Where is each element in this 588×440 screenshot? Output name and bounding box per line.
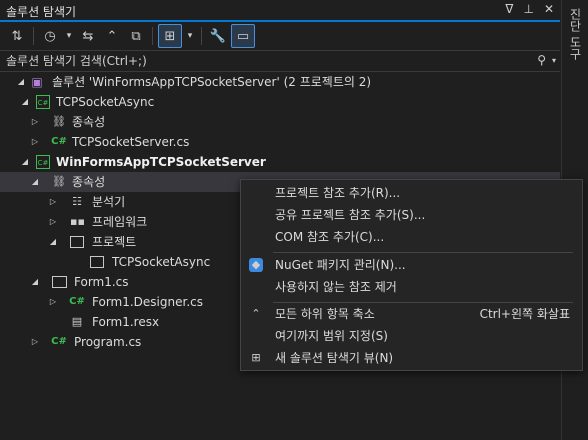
toolbar-separator [152,27,153,45]
tree-item-solution[interactable]: ◢ ▣ 솔루션 'WinFormsAppTCPSocketServer' (2 … [0,72,560,92]
tree-item-project-winforms[interactable]: ◢ C# WinFormsAppTCPSocketServer [0,152,560,172]
panel-titlebar: 솔루션 탐색기 ᐁ ⊥ ✕ [0,0,560,22]
menu-item-label: 사용하지 않는 참조 제거 [275,280,397,294]
collapse-icon: ⌃ [251,307,261,320]
tree-item-label: 프로젝트 [92,235,137,249]
framework-icon: ▪▪ [70,215,85,228]
solution-icon: ▣ [31,75,43,89]
tree-item-label: WinFormsAppTCPSocketServer [56,155,266,169]
toolbar-separator [33,27,34,45]
collapsed-arrow-icon[interactable]: ▷ [30,132,40,152]
csharp-file-icon: C# [51,136,67,147]
csharp-file-icon: C# [51,336,67,347]
collapsed-arrow-icon[interactable]: ▷ [30,332,40,352]
tree-item-file[interactable]: ▷ C# TCPSocketServer.cs [0,132,560,152]
expanded-arrow-icon[interactable]: ◢ [30,172,40,192]
project-reference-icon [90,256,104,268]
side-tab-diagnostics[interactable]: 진단 도구 [567,8,584,60]
preview-selected-items-icon[interactable]: ▭ [231,24,255,48]
tree-item-label: Form1.resx [92,315,160,329]
expanded-arrow-icon[interactable]: ◢ [20,152,30,172]
projects-folder-icon [70,236,84,248]
resource-file-icon: ▤ [71,315,83,328]
collapsed-arrow-icon[interactable]: ▷ [48,192,58,212]
search-options-dropdown-icon[interactable]: ▾ [552,56,556,65]
tree-item-dependencies[interactable]: ▷ ⛓ 종속성 [0,112,560,132]
analyzer-icon: ☷ [72,195,82,208]
new-view-icon: ⊞ [251,351,261,364]
menu-item-add-project-reference[interactable]: 프로젝트 참조 추가(R)... [241,182,580,204]
show-all-files-icon[interactable]: ⧉ [125,25,147,47]
expanded-arrow-icon[interactable]: ◢ [16,72,26,92]
menu-item-label: 프로젝트 참조 추가(R)... [275,186,401,200]
tree-item-label: 종속성 [72,175,106,189]
expanded-arrow-icon[interactable]: ◢ [20,92,30,112]
tree-item-label: TCPSocketAsync [56,95,155,109]
csharp-project-icon: C# [36,155,50,169]
close-icon[interactable]: ✕ [544,2,554,16]
menu-item-remove-unused-references[interactable]: 사용하지 않는 참조 제거 [241,276,580,298]
tree-item-label: 프레임워크 [92,215,148,229]
form-file-icon [52,276,67,288]
tree-item-label: Form1.cs [74,275,129,289]
menu-separator [273,252,573,253]
tree-item-label: 종속성 [72,115,106,129]
menu-item-scope-to-this[interactable]: 여기까지 범위 지정(S) [241,325,580,347]
context-menu: 프로젝트 참조 추가(R)... 공유 프로젝트 참조 추가(S)... COM… [240,179,583,371]
tree-item-label: TCPSocketAsync [112,255,211,269]
csharp-project-icon: C# [36,95,50,109]
collapse-all-icon[interactable]: ⌃ [101,25,123,47]
search-icon[interactable]: ⚲ [537,53,546,67]
sync-with-document-icon[interactable]: ⇅ [6,25,28,47]
tree-item-project-tcpsocketasync[interactable]: ◢ C# TCPSocketAsync [0,92,560,112]
collapsed-arrow-icon[interactable]: ▷ [48,212,58,232]
dependencies-icon: ⛓ [52,115,66,128]
menu-item-shortcut: Ctrl+왼쪽 화살표 [479,307,570,321]
collapsed-arrow-icon[interactable]: ▷ [48,292,58,312]
menu-item-label: 공유 프로젝트 참조 추가(S)... [275,208,426,222]
dependencies-icon: ⛓ [52,175,66,188]
search-bar: ⚲ ▾ [0,50,560,72]
menu-item-label: 여기까지 범위 지정(S) [275,329,388,343]
tree-item-label: Form1.Designer.cs [92,295,203,309]
menu-item-label: 새 솔루션 탐색기 뷰(N) [275,351,394,365]
tree-item-label: 솔루션 'WinFormsAppTCPSocketServer' (2 프로젝트… [52,75,372,89]
panel-title: 솔루션 탐색기 [6,5,77,19]
pending-changes-dropdown-icon[interactable]: ▾ [63,25,75,47]
menu-item-label: NuGet 패키지 관리(N)... [275,258,406,272]
properties-wrench-icon[interactable]: 🔧 [207,25,229,47]
menu-item-add-shared-project-reference[interactable]: 공유 프로젝트 참조 추가(S)... [241,204,580,226]
search-input[interactable] [6,52,506,70]
tree-view-icon[interactable]: ⊞ [158,24,182,48]
menu-item-label: COM 참조 추가(C)... [275,230,385,244]
switch-views-icon[interactable]: ⇆ [77,25,99,47]
nuget-icon: ◆ [249,258,263,272]
tree-item-label: TCPSocketServer.cs [72,135,190,149]
expanded-arrow-icon[interactable]: ◢ [48,232,58,252]
menu-item-add-com-reference[interactable]: COM 참조 추가(C)... [241,226,580,248]
menu-item-label: 모든 하위 항목 축소 [275,307,375,321]
pin-icon[interactable]: ⊥ [523,2,533,16]
window-position-dropdown-icon[interactable]: ᐁ [505,2,513,16]
toolbar-separator [201,27,202,45]
tree-item-label: 분석기 [92,195,126,209]
pending-changes-icon[interactable]: ◷ [39,25,61,47]
tree-view-dropdown-icon[interactable]: ▾ [184,25,196,47]
menu-item-collapse-all-descendants[interactable]: ⌃ 모든 하위 항목 축소 Ctrl+왼쪽 화살표 [241,303,580,325]
collapsed-arrow-icon[interactable]: ▷ [30,112,40,132]
toolbar: ⇅ ◷ ▾ ⇆ ⌃ ⧉ ⊞ ▾ 🔧 ▭ [0,22,560,50]
csharp-file-icon: C# [69,296,85,307]
menu-item-manage-nuget[interactable]: ◆ NuGet 패키지 관리(N)... [241,254,580,276]
tree-item-label: Program.cs [74,335,142,349]
expanded-arrow-icon[interactable]: ◢ [30,272,40,292]
menu-item-new-solution-explorer-view[interactable]: ⊞ 새 솔루션 탐색기 뷰(N) [241,347,580,369]
